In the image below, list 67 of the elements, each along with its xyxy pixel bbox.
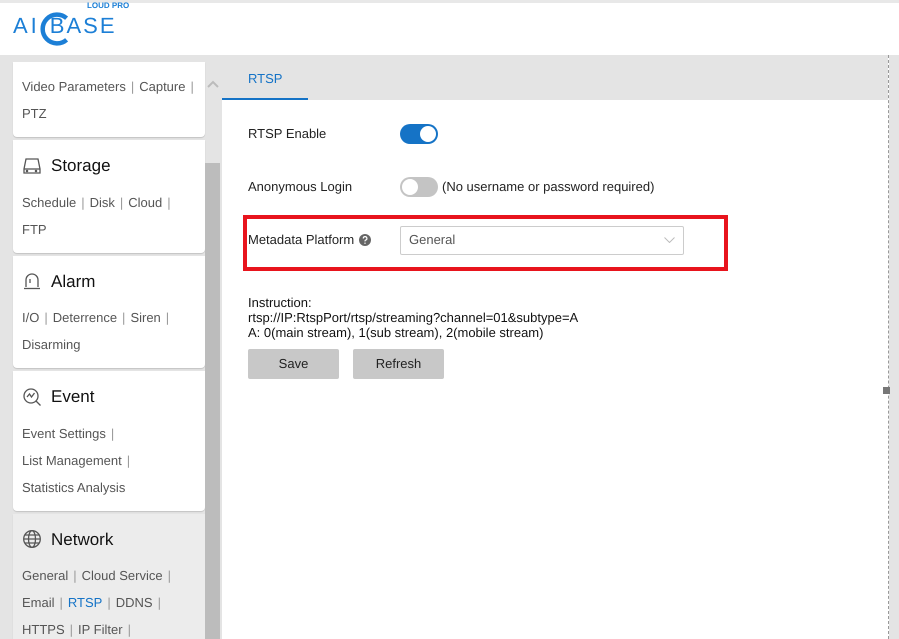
menu-link[interactable]: Disarming [22,331,81,358]
alarm-light-icon [22,271,42,292]
menu-link[interactable]: FTP [22,216,47,242]
menu-link[interactable]: Disk [90,188,115,216]
separator: | [110,424,116,443]
setting-label: Anonymous Login [248,178,352,196]
scroll-up-icon[interactable] [206,80,218,88]
action-button[interactable]: Save [248,349,339,379]
separator: | [164,309,170,327]
menu-link[interactable]: Statistics Analysis [22,474,126,500]
scrollbar-thumb[interactable] [205,163,220,639]
separator: | [126,621,132,639]
hard-drive-icon [22,156,42,176]
menu-link[interactable]: RTSP [68,589,102,616]
separator: | [126,452,132,470]
menu-link[interactable]: DDNS [116,589,153,616]
separator: | [80,194,86,212]
menu-link[interactable]: Cloud [128,188,162,216]
separator: | [166,194,172,212]
menu-link[interactable]: Siren [130,304,161,331]
platform-select[interactable]: General [400,226,684,254]
section-title: Event [51,386,94,408]
menu-link[interactable]: Video Parameters [22,73,126,100]
instruction-text: A: 0(main stream), 1(sub stream), 2(mobile stream) [248,325,544,340]
separator: | [58,594,64,612]
separator: | [189,78,195,96]
menu-link[interactable]: I/O [22,304,40,331]
menu-link[interactable]: Schedule [22,188,76,216]
chart-search-icon [22,386,42,407]
section-title: Network [51,528,114,550]
logo-text: AI [13,15,40,37]
separator: | [106,594,112,612]
separator: | [118,194,124,212]
separator: | [121,309,126,327]
menu-link[interactable]: List Management [22,446,122,474]
menu-link[interactable]: Email [22,589,55,616]
logo-text: BASE [50,15,116,37]
separator: | [43,309,49,327]
menu-link[interactable]: Cloud Service [82,562,163,589]
setting-note: (No username or password required) [442,178,654,196]
chevron-down-icon [664,237,675,243]
logo-tagline: LOUD PRO [87,2,130,10]
separator: | [72,567,78,585]
menu-link[interactable]: Capture [139,73,186,100]
menu-link[interactable]: Deterrence [52,304,118,331]
separator: | [68,621,74,639]
separator: | [166,567,172,585]
toggle-switch[interactable] [400,177,438,197]
menu-link[interactable]: IP Filter [78,616,123,639]
separator: | [130,78,136,96]
menu-link[interactable]: HTTPS [22,616,65,639]
menu-link[interactable]: Event Settings [22,420,106,446]
instruction-text: rtsp://IP:RtspPort/rtsp/streaming?channel=01&subtype=A [248,310,580,325]
section-title: Storage [51,155,111,177]
toggle-switch[interactable] [400,124,438,144]
separator: | [156,594,162,612]
globe-icon [22,529,42,550]
tab[interactable]: RTSP [222,55,308,100]
section-title: Alarm [51,270,96,292]
resize-handle[interactable] [883,387,890,394]
action-button[interactable]: Refresh [353,349,444,379]
setting-label: Metadata Platform [248,231,354,250]
setting-label: RTSP Enable [248,125,326,144]
menu-link[interactable]: General [22,562,68,589]
instruction-text: Instruction: [248,295,313,310]
menu-link[interactable]: PTZ [22,100,47,127]
help-icon[interactable] [359,234,372,246]
